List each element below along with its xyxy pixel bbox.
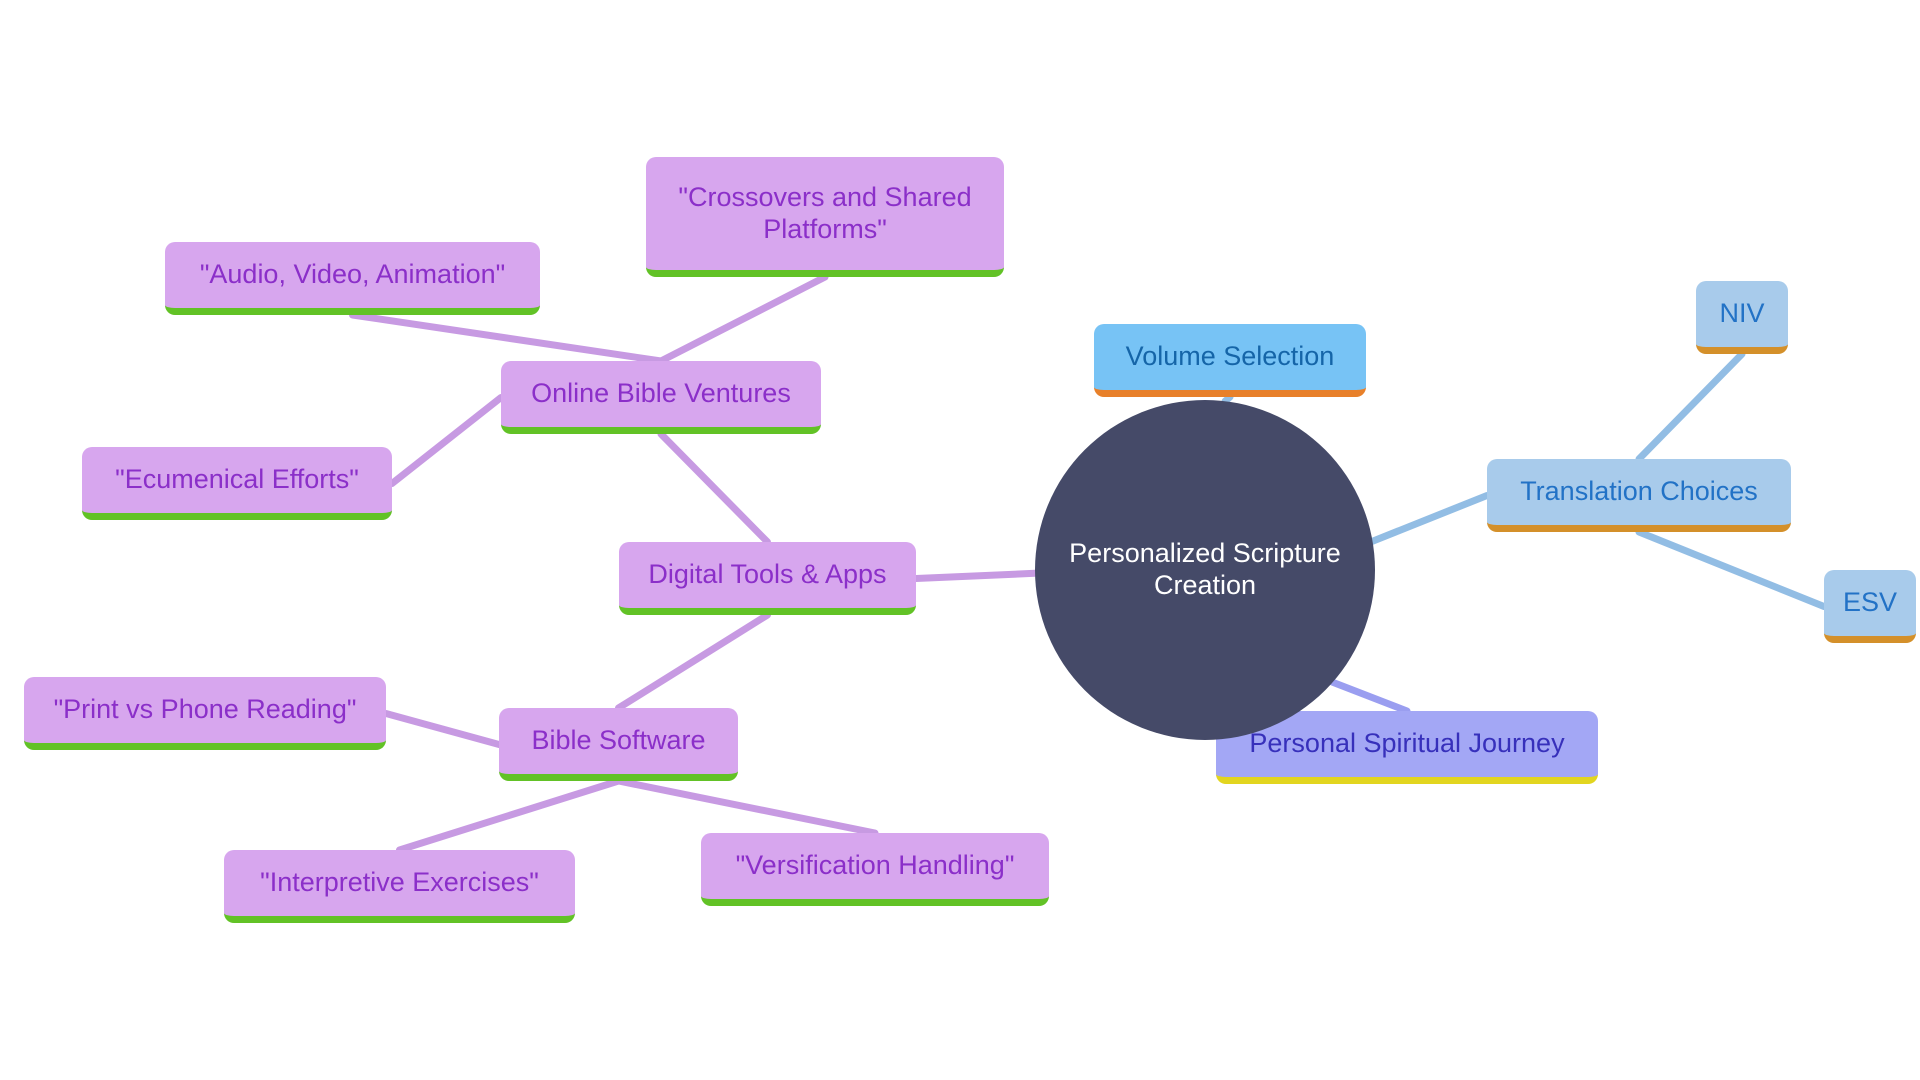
node-crossovers-and-shared-platforms[interactable]: "Crossovers and Shared Platforms" bbox=[646, 157, 1004, 277]
node-digital-tools-apps[interactable]: Digital Tools & Apps bbox=[619, 542, 916, 615]
node-versification-handling[interactable]: "Versification Handling" bbox=[701, 833, 1049, 906]
central-node-label: Personalized Scripture Creation bbox=[1069, 538, 1341, 600]
node-print-vs-phone-reading[interactable]: "Print vs Phone Reading" bbox=[24, 677, 386, 750]
node-label-audio-video-animation: "Audio, Video, Animation" bbox=[199, 259, 506, 290]
node-bible-software[interactable]: Bible Software bbox=[499, 708, 738, 781]
node-label-translation-choices: Translation Choices bbox=[1520, 476, 1758, 507]
node-ecumenical-efforts[interactable]: "Ecumenical Efforts" bbox=[82, 447, 392, 520]
node-translation-choices[interactable]: Translation Choices bbox=[1487, 459, 1791, 532]
node-label-crossovers-and-shared-platforms: "Crossovers and Shared Platforms" bbox=[678, 181, 972, 244]
node-online-bible-ventures[interactable]: Online Bible Ventures bbox=[501, 361, 821, 434]
node-label-print-vs-phone-reading: "Print vs Phone Reading" bbox=[53, 694, 357, 725]
edge-online-bible-ventures-to-audio-video-animation bbox=[349, 311, 665, 365]
node-label-personal-spiritual-journey: Personal Spiritual Journey bbox=[1249, 728, 1565, 759]
edge-translation-choices-to-esv bbox=[1635, 528, 1828, 610]
node-interpretive-exercises[interactable]: "Interpretive Exercises" bbox=[224, 850, 575, 923]
node-audio-video-animation[interactable]: "Audio, Video, Animation" bbox=[165, 242, 540, 315]
edge-digital-tools-apps-to-online-bible-ventures bbox=[657, 430, 771, 546]
edge-online-bible-ventures-to-ecumenical-efforts bbox=[388, 394, 505, 487]
edge-translation-choices-to-niv bbox=[1635, 350, 1746, 463]
node-label-versification-handling: "Versification Handling" bbox=[735, 850, 1015, 881]
edge-center-to-translation-choices bbox=[1369, 492, 1491, 545]
node-niv[interactable]: NIV bbox=[1696, 281, 1788, 354]
edge-bible-software-to-print-vs-phone-reading bbox=[382, 710, 503, 748]
node-label-bible-software: Bible Software bbox=[531, 725, 706, 756]
node-label-niv: NIV bbox=[1719, 298, 1765, 329]
node-esv[interactable]: ESV bbox=[1824, 570, 1916, 643]
edge-center-to-personal-spiritual-journey bbox=[1329, 678, 1411, 715]
central-node-center[interactable]: Personalized Scripture Creation bbox=[1035, 400, 1375, 740]
node-label-ecumenical-efforts: "Ecumenical Efforts" bbox=[115, 464, 359, 495]
node-label-digital-tools-apps: Digital Tools & Apps bbox=[648, 559, 887, 590]
node-volume-selection[interactable]: Volume Selection bbox=[1094, 324, 1366, 397]
node-label-online-bible-ventures: Online Bible Ventures bbox=[531, 378, 791, 409]
node-label-esv: ESV bbox=[1842, 587, 1898, 618]
edge-online-bible-ventures-to-crossovers-and-shared-platforms bbox=[657, 273, 829, 365]
node-label-volume-selection: Volume Selection bbox=[1125, 341, 1335, 372]
edge-digital-tools-apps-to-bible-software bbox=[615, 611, 771, 712]
mindmap-canvas: Personalized Scripture Creation Volume Se… bbox=[0, 0, 1920, 1080]
node-label-interpretive-exercises: "Interpretive Exercises" bbox=[260, 867, 539, 898]
edge-center-to-digital-tools-apps bbox=[912, 569, 1039, 582]
edge-bible-software-to-versification-handling bbox=[615, 777, 879, 837]
edge-bible-software-to-interpretive-exercises bbox=[396, 777, 622, 854]
